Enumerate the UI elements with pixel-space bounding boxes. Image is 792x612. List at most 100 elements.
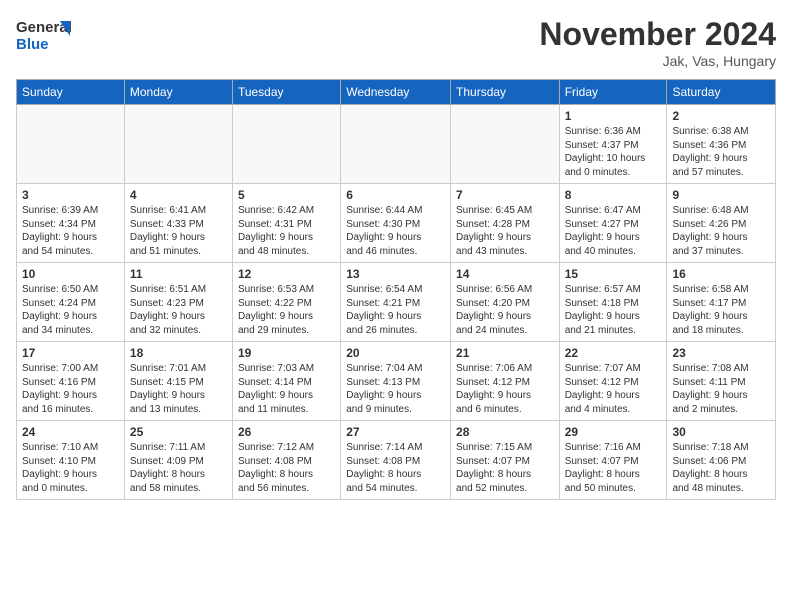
col-header-thursday: Thursday [451, 80, 560, 105]
calendar-cell: 10 Sunrise: 6:50 AM Sunset: 4:24 PM Dayli… [17, 263, 125, 342]
calendar-cell: 26 Sunrise: 7:12 AM Sunset: 4:08 PM Dayli… [232, 421, 340, 500]
col-header-sunday: Sunday [17, 80, 125, 105]
location: Jak, Vas, Hungary [539, 53, 776, 69]
col-header-monday: Monday [124, 80, 232, 105]
calendar-cell: 22 Sunrise: 7:07 AM Sunset: 4:12 PM Dayli… [559, 342, 667, 421]
calendar-cell: 9 Sunrise: 6:48 AM Sunset: 4:26 PM Daylig… [667, 184, 776, 263]
day-number: 3 [22, 188, 119, 202]
day-info: Sunrise: 6:58 AM Sunset: 4:17 PM Dayligh… [672, 283, 770, 337]
day-info: Sunrise: 7:00 AM Sunset: 4:16 PM Dayligh… [22, 362, 119, 416]
day-info: Sunrise: 7:08 AM Sunset: 4:11 PM Dayligh… [672, 362, 770, 416]
day-number: 11 [130, 267, 227, 281]
day-number: 4 [130, 188, 227, 202]
day-number: 5 [238, 188, 335, 202]
day-info: Sunrise: 7:12 AM Sunset: 4:08 PM Dayligh… [238, 441, 335, 495]
day-number: 8 [565, 188, 662, 202]
day-number: 10 [22, 267, 119, 281]
day-number: 20 [346, 346, 445, 360]
calendar-cell: 18 Sunrise: 7:01 AM Sunset: 4:15 PM Dayli… [124, 342, 232, 421]
day-info: Sunrise: 6:41 AM Sunset: 4:33 PM Dayligh… [130, 204, 227, 258]
day-info: Sunrise: 6:54 AM Sunset: 4:21 PM Dayligh… [346, 283, 445, 337]
day-info: Sunrise: 7:01 AM Sunset: 4:15 PM Dayligh… [130, 362, 227, 416]
day-number: 30 [672, 425, 770, 439]
calendar-cell: 5 Sunrise: 6:42 AM Sunset: 4:31 PM Daylig… [232, 184, 340, 263]
calendar-cell: 23Sunrise: 7:08 AM Sunset: 4:11 PM Dayli… [667, 342, 776, 421]
calendar-header-row: SundayMondayTuesdayWednesdayThursdayFrid… [17, 80, 776, 105]
day-number: 28 [456, 425, 554, 439]
calendar-cell [17, 105, 125, 184]
calendar-cell [451, 105, 560, 184]
day-number: 13 [346, 267, 445, 281]
day-number: 22 [565, 346, 662, 360]
calendar-cell: 11 Sunrise: 6:51 AM Sunset: 4:23 PM Dayli… [124, 263, 232, 342]
calendar-cell: 21 Sunrise: 7:06 AM Sunset: 4:12 PM Dayli… [451, 342, 560, 421]
calendar-cell: 12 Sunrise: 6:53 AM Sunset: 4:22 PM Dayli… [232, 263, 340, 342]
title-block: November 2024 Jak, Vas, Hungary [539, 16, 776, 69]
day-number: 25 [130, 425, 227, 439]
day-info: Sunrise: 7:16 AM Sunset: 4:07 PM Dayligh… [565, 441, 662, 495]
calendar-table: SundayMondayTuesdayWednesdayThursdayFrid… [16, 79, 776, 500]
col-header-saturday: Saturday [667, 80, 776, 105]
week-row-2: 3 Sunrise: 6:39 AM Sunset: 4:34 PM Daylig… [17, 184, 776, 263]
week-row-5: 24Sunrise: 7:10 AM Sunset: 4:10 PM Dayli… [17, 421, 776, 500]
logo: General Blue [16, 16, 76, 65]
day-info: Sunrise: 6:48 AM Sunset: 4:26 PM Dayligh… [672, 204, 770, 258]
calendar-cell: 1 Sunrise: 6:36 AM Sunset: 4:37 PM Daylig… [559, 105, 667, 184]
week-row-1: 1 Sunrise: 6:36 AM Sunset: 4:37 PM Daylig… [17, 105, 776, 184]
calendar-cell: 30 Sunrise: 7:18 AM Sunset: 4:06 PM Dayli… [667, 421, 776, 500]
day-number: 26 [238, 425, 335, 439]
calendar-cell: 29Sunrise: 7:16 AM Sunset: 4:07 PM Dayli… [559, 421, 667, 500]
day-info: Sunrise: 6:50 AM Sunset: 4:24 PM Dayligh… [22, 283, 119, 337]
page: General Blue November 2024 Jak, Vas, Hun… [0, 0, 792, 508]
day-number: 21 [456, 346, 554, 360]
calendar-cell: 6 Sunrise: 6:44 AM Sunset: 4:30 PM Daylig… [341, 184, 451, 263]
calendar-cell: 17 Sunrise: 7:00 AM Sunset: 4:16 PM Dayli… [17, 342, 125, 421]
calendar-cell: 7Sunrise: 6:45 AM Sunset: 4:28 PM Daylig… [451, 184, 560, 263]
day-info: Sunrise: 6:51 AM Sunset: 4:23 PM Dayligh… [130, 283, 227, 337]
calendar-cell: 24Sunrise: 7:10 AM Sunset: 4:10 PM Dayli… [17, 421, 125, 500]
day-number: 18 [130, 346, 227, 360]
day-info: Sunrise: 6:44 AM Sunset: 4:30 PM Dayligh… [346, 204, 445, 258]
day-info: Sunrise: 6:47 AM Sunset: 4:27 PM Dayligh… [565, 204, 662, 258]
day-number: 16 [672, 267, 770, 281]
day-info: Sunrise: 7:07 AM Sunset: 4:12 PM Dayligh… [565, 362, 662, 416]
day-info: Sunrise: 6:42 AM Sunset: 4:31 PM Dayligh… [238, 204, 335, 258]
day-number: 6 [346, 188, 445, 202]
calendar-cell: 25 Sunrise: 7:11 AM Sunset: 4:09 PM Dayli… [124, 421, 232, 500]
calendar-cell: 20Sunrise: 7:04 AM Sunset: 4:13 PM Dayli… [341, 342, 451, 421]
day-number: 27 [346, 425, 445, 439]
calendar-cell: 19Sunrise: 7:03 AM Sunset: 4:14 PM Dayli… [232, 342, 340, 421]
day-number: 2 [672, 109, 770, 123]
calendar-cell: 15Sunrise: 6:57 AM Sunset: 4:18 PM Dayli… [559, 263, 667, 342]
day-info: Sunrise: 7:15 AM Sunset: 4:07 PM Dayligh… [456, 441, 554, 495]
day-info: Sunrise: 7:03 AM Sunset: 4:14 PM Dayligh… [238, 362, 335, 416]
col-header-friday: Friday [559, 80, 667, 105]
day-number: 12 [238, 267, 335, 281]
day-info: Sunrise: 7:10 AM Sunset: 4:10 PM Dayligh… [22, 441, 119, 495]
day-info: Sunrise: 6:36 AM Sunset: 4:37 PM Dayligh… [565, 125, 662, 179]
day-number: 14 [456, 267, 554, 281]
day-number: 1 [565, 109, 662, 123]
calendar-cell: 16 Sunrise: 6:58 AM Sunset: 4:17 PM Dayli… [667, 263, 776, 342]
calendar-cell: 8 Sunrise: 6:47 AM Sunset: 4:27 PM Daylig… [559, 184, 667, 263]
day-number: 7 [456, 188, 554, 202]
day-info: Sunrise: 7:06 AM Sunset: 4:12 PM Dayligh… [456, 362, 554, 416]
day-info: Sunrise: 7:14 AM Sunset: 4:08 PM Dayligh… [346, 441, 445, 495]
day-number: 17 [22, 346, 119, 360]
calendar-cell [341, 105, 451, 184]
month-title: November 2024 [539, 16, 776, 53]
logo-icon: General Blue [16, 16, 76, 60]
day-info: Sunrise: 6:53 AM Sunset: 4:22 PM Dayligh… [238, 283, 335, 337]
calendar-cell: 3 Sunrise: 6:39 AM Sunset: 4:34 PM Daylig… [17, 184, 125, 263]
week-row-3: 10 Sunrise: 6:50 AM Sunset: 4:24 PM Dayli… [17, 263, 776, 342]
week-row-4: 17 Sunrise: 7:00 AM Sunset: 4:16 PM Dayli… [17, 342, 776, 421]
calendar-cell [124, 105, 232, 184]
calendar-cell: 28 Sunrise: 7:15 AM Sunset: 4:07 PM Dayli… [451, 421, 560, 500]
calendar-cell: 27 Sunrise: 7:14 AM Sunset: 4:08 PM Dayli… [341, 421, 451, 500]
day-info: Sunrise: 6:39 AM Sunset: 4:34 PM Dayligh… [22, 204, 119, 258]
day-info: Sunrise: 7:18 AM Sunset: 4:06 PM Dayligh… [672, 441, 770, 495]
col-header-tuesday: Tuesday [232, 80, 340, 105]
day-info: Sunrise: 7:11 AM Sunset: 4:09 PM Dayligh… [130, 441, 227, 495]
day-number: 9 [672, 188, 770, 202]
day-info: Sunrise: 6:57 AM Sunset: 4:18 PM Dayligh… [565, 283, 662, 337]
